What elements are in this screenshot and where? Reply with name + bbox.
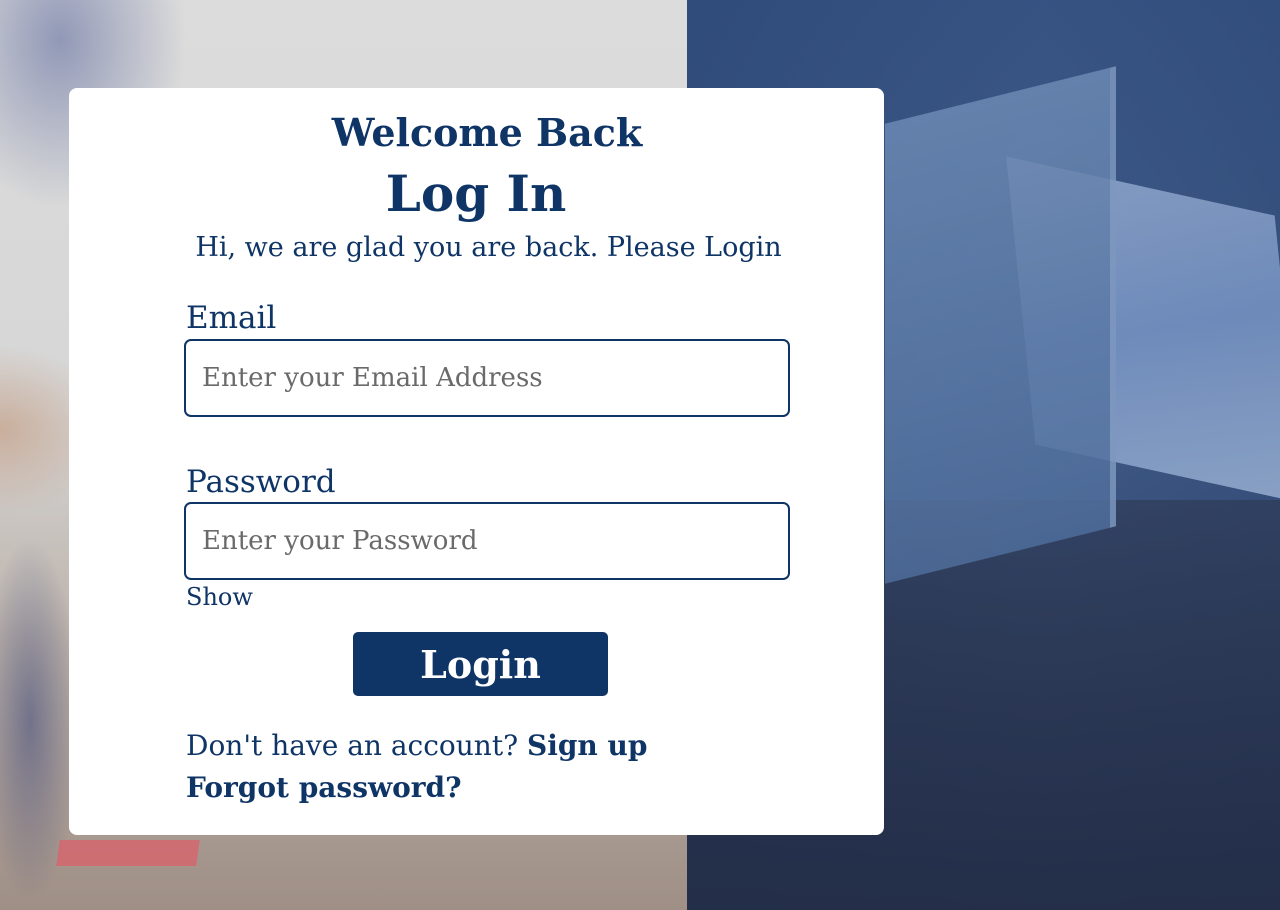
login-button[interactable]: Login xyxy=(353,632,608,696)
show-password-toggle[interactable]: Show xyxy=(186,582,253,612)
welcome-subtitle: Welcome Back xyxy=(331,110,643,155)
background-laptop xyxy=(885,66,1116,584)
login-card: Welcome Back Log In Hi, we are glad you … xyxy=(69,88,884,835)
background-decoration xyxy=(56,840,200,866)
forgot-password-link[interactable]: Forgot password? xyxy=(186,770,461,806)
tagline: Hi, we are glad you are back. Please Log… xyxy=(195,232,782,263)
email-label: Email xyxy=(186,300,277,336)
login-page: Welcome Back Log In Hi, we are glad you … xyxy=(0,0,1280,910)
signup-link[interactable]: Sign up xyxy=(527,729,647,762)
signup-prompt-text: Don't have an account? xyxy=(186,729,527,762)
email-field[interactable] xyxy=(184,339,790,417)
page-title: Log In xyxy=(385,164,567,223)
signup-prompt-line: Don't have an account? Sign up xyxy=(186,728,647,764)
password-label: Password xyxy=(186,464,336,500)
password-field[interactable] xyxy=(184,502,790,580)
